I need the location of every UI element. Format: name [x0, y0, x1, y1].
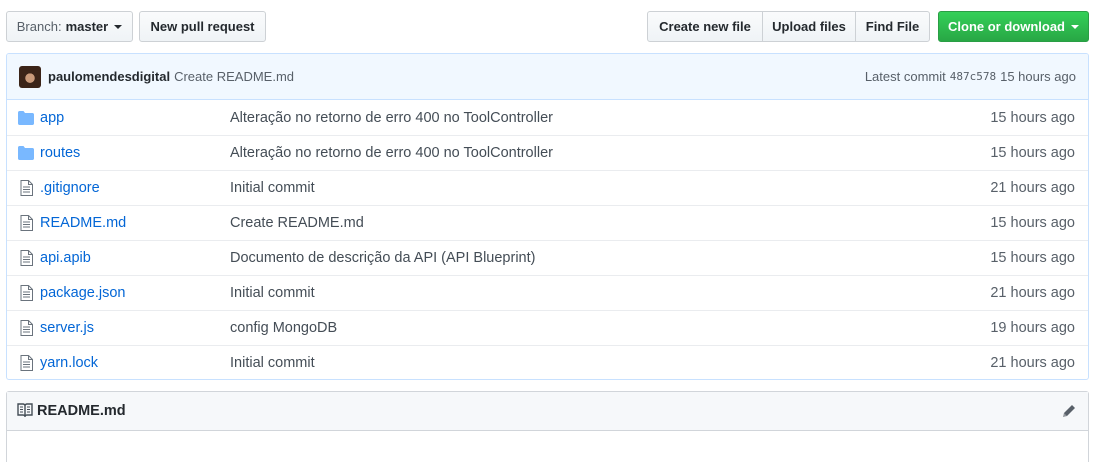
caret-down-icon — [114, 25, 123, 29]
table-row: server.js config MongoDB 19 hours ago — [7, 310, 1088, 345]
folder-icon — [18, 110, 34, 126]
readme-header: README.md — [7, 392, 1088, 431]
branch-label: Branch: — [16, 19, 62, 34]
commit-age: 21 hours ago — [990, 285, 1075, 301]
file-name-link[interactable]: app — [40, 110, 230, 126]
readme-title: README.md — [37, 403, 126, 419]
branch-value: master — [65, 19, 109, 34]
commit-age: 15 hours ago — [990, 215, 1075, 231]
upload-files-button[interactable]: Upload files — [762, 12, 855, 41]
folder-icon — [18, 145, 34, 161]
commit-age: 15 hours ago — [990, 250, 1075, 266]
commit-message-link[interactable]: config MongoDB — [230, 320, 990, 336]
table-row: api.apib Documento de descrição da API (A… — [7, 240, 1088, 275]
file-actions-group: Create new file Upload files Find File — [647, 11, 930, 42]
commit-age: 15 hours ago — [1000, 69, 1076, 84]
commit-age: 21 hours ago — [990, 355, 1075, 371]
commit-message-link[interactable]: Documento de descrição da API (API Bluep… — [230, 250, 990, 266]
commit-age: 15 hours ago — [990, 109, 1075, 126]
table-row: routes Alteração no retorno de erro 400 n… — [7, 135, 1088, 170]
commit-message-link[interactable]: Create README.md — [230, 215, 990, 231]
commit-message-link[interactable]: Initial commit — [230, 285, 990, 301]
table-row: README.md Create README.md 15 hours ago — [7, 205, 1088, 240]
commit-age: 21 hours ago — [990, 180, 1075, 196]
file-icon — [18, 215, 34, 231]
file-icon — [18, 320, 34, 336]
pencil-icon[interactable] — [1060, 402, 1078, 420]
file-name-link[interactable]: .gitignore — [40, 180, 230, 196]
caret-down-icon — [1071, 25, 1079, 29]
file-name-link[interactable]: routes — [40, 145, 230, 161]
file-name-link[interactable]: yarn.lock — [40, 355, 230, 371]
commit-age: 15 hours ago — [990, 145, 1075, 161]
file-icon — [18, 285, 34, 301]
file-name-link[interactable]: api.apib — [40, 250, 230, 266]
commit-message-link[interactable]: Initial commit — [230, 355, 990, 371]
table-row: yarn.lock Initial commit 21 hours ago — [7, 345, 1088, 379]
readme-box: README.md — [6, 391, 1089, 462]
book-icon — [17, 402, 33, 420]
file-icon — [18, 180, 34, 196]
file-name-link[interactable]: README.md — [40, 215, 230, 231]
table-row: .gitignore Initial commit 21 hours ago — [7, 170, 1088, 205]
clone-or-download-label: Clone or download — [948, 19, 1065, 34]
commit-message-link[interactable]: Alteração no retorno de erro 400 no Tool… — [230, 145, 990, 161]
new-pull-request-button[interactable]: New pull request — [139, 11, 266, 42]
table-row: package.json Initial commit 21 hours ago — [7, 275, 1088, 310]
avatar[interactable] — [19, 65, 41, 88]
table-row: app Alteração no retorno de erro 400 no T… — [7, 100, 1088, 135]
create-new-file-button[interactable]: Create new file — [648, 12, 762, 41]
file-name-link[interactable]: package.json — [40, 285, 230, 301]
file-name-link[interactable]: server.js — [40, 320, 230, 336]
commit-author[interactable]: paulomendesdigital — [48, 69, 170, 84]
commit-sha[interactable]: 487c578 — [950, 70, 996, 83]
branch-select-button[interactable]: Branch: master — [6, 11, 133, 42]
file-navigation: paulomendesdigital Create README.md Late… — [6, 53, 1089, 380]
commit-message[interactable]: Create README.md — [174, 69, 294, 84]
commit-tease: paulomendesdigital Create README.md Late… — [7, 54, 1088, 100]
commit-message-link[interactable]: Initial commit — [230, 180, 990, 196]
file-table: app Alteração no retorno de erro 400 no T… — [7, 100, 1088, 379]
clone-or-download-button[interactable]: Clone or download — [938, 11, 1089, 42]
find-file-button[interactable]: Find File — [855, 12, 929, 41]
latest-commit-label: Latest commit — [864, 69, 946, 84]
file-icon — [18, 355, 34, 371]
commit-message-link[interactable]: Alteração no retorno de erro 400 no Tool… — [230, 110, 990, 126]
commit-age: 19 hours ago — [990, 320, 1075, 336]
file-icon — [18, 250, 34, 266]
